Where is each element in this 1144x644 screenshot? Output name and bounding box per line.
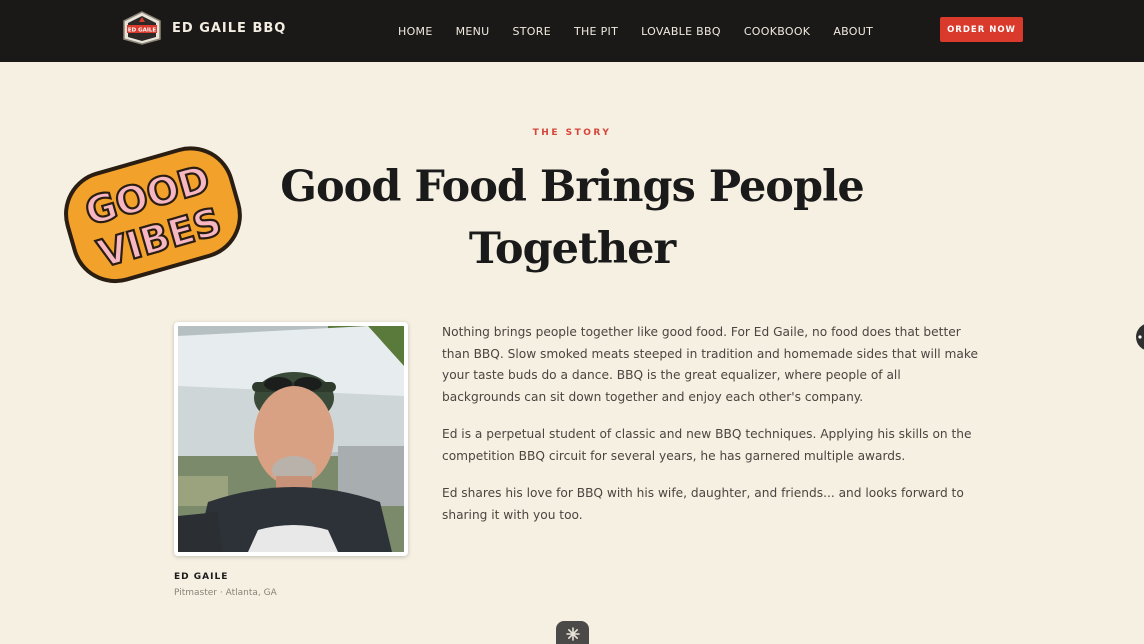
good-vibes-sticker: GOOD VIBES [64, 146, 242, 284]
headline-line-1: Good Food Brings People [280, 162, 865, 212]
story-eyebrow: THE STORY [532, 128, 612, 138]
asterisk-icon [565, 627, 580, 641]
nav-menu[interactable]: MENU [456, 25, 490, 38]
story-headline: Good Food Brings People Together [270, 156, 874, 280]
site-header: ED GAILE ED GAILE BBQ HOME MENU STORE TH… [0, 0, 1144, 62]
story-body: Nothing brings people together like good… [442, 322, 982, 542]
order-now-button[interactable]: ORDER NOW [940, 17, 1023, 42]
pitmaster-portrait-image [178, 326, 404, 552]
main-nav: HOME MENU STORE THE PIT LOVABLE BBQ COOK… [398, 0, 873, 62]
nav-home[interactable]: HOME [398, 25, 433, 38]
brand-logo-text: ED GAILE [128, 28, 157, 34]
nav-lovable-bbq[interactable]: LOVABLE BBQ [641, 25, 721, 38]
nav-about[interactable]: ABOUT [833, 25, 873, 38]
side-panel-handle[interactable] [1136, 323, 1144, 351]
photo-caption-role: Pitmaster · Atlanta, GA [174, 588, 277, 598]
story-paragraph-1: Nothing brings people together like good… [442, 325, 978, 404]
brand-logo-icon: ED GAILE [123, 11, 161, 45]
nav-store[interactable]: STORE [513, 25, 551, 38]
chevron-left-icon [1138, 335, 1142, 339]
photo-caption-name: ED GAILE [174, 572, 229, 582]
brand-link[interactable]: ED GAILE ED GAILE BBQ [122, 11, 286, 45]
scroll-hint-button[interactable] [556, 621, 589, 644]
brand-name: ED GAILE BBQ [172, 20, 287, 36]
story-paragraph-2: Ed is a perpetual student of classic and… [442, 427, 972, 463]
pitmaster-photo [174, 322, 408, 556]
story-paragraph-3: Ed shares his love for BBQ with his wife… [442, 486, 964, 522]
nav-the-pit[interactable]: THE PIT [574, 25, 618, 38]
headline-line-2: Together [468, 224, 676, 274]
nav-cookbook[interactable]: COOKBOOK [744, 25, 811, 38]
